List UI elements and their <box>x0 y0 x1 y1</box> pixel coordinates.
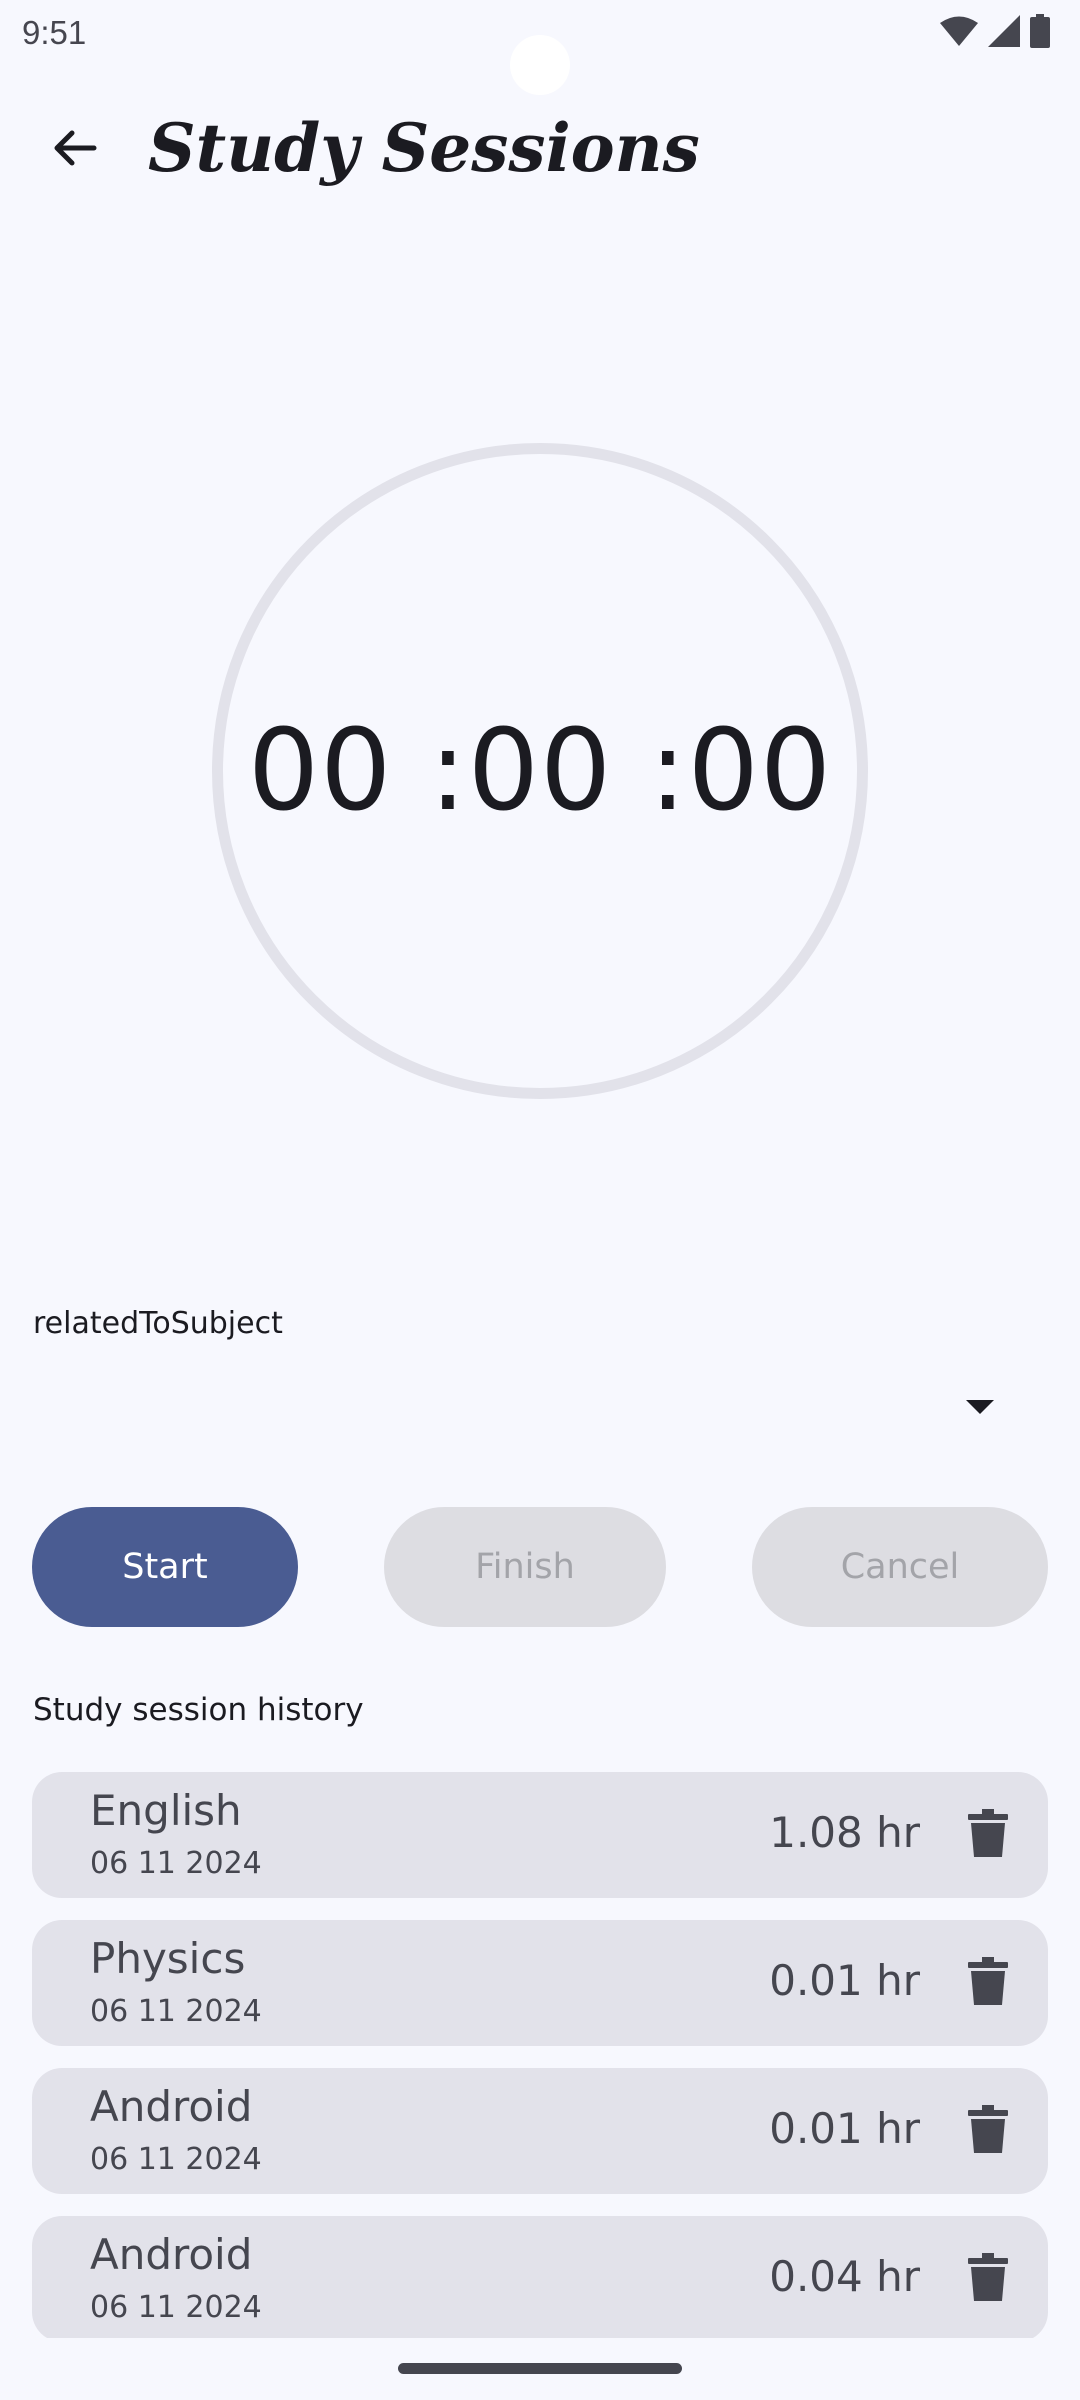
status-time: 9:51 <box>22 14 87 51</box>
wifi-icon <box>940 16 978 46</box>
trash-icon <box>968 1957 1008 2009</box>
start-button[interactable]: Start <box>32 1507 298 1627</box>
status-icons <box>940 14 1050 48</box>
session-card: English 06 11 2024 1.08 hr <box>32 1772 1048 1898</box>
cell-signal-icon <box>988 15 1020 47</box>
session-subject: Android <box>90 2230 253 2279</box>
gesture-navigation-handle[interactable] <box>398 2363 682 2374</box>
delete-session-button[interactable] <box>952 1799 1024 1871</box>
session-card: Android 06 11 2024 0.04 hr <box>32 2216 1048 2338</box>
trash-icon <box>968 2105 1008 2157</box>
trash-icon <box>968 1809 1008 1861</box>
session-duration: 0.01 hr <box>769 2104 920 2153</box>
session-duration: 0.04 hr <box>769 2252 920 2301</box>
session-date: 06 11 2024 <box>90 2142 262 2177</box>
session-duration: 1.08 hr <box>769 1808 920 1857</box>
session-date: 06 11 2024 <box>90 1994 262 2029</box>
session-subject: Physics <box>90 1934 246 1983</box>
study-sessions-screen: 9:51 Study Sessions 00 :00 :00 relatedTo… <box>0 0 1080 2400</box>
subject-dropdown[interactable] <box>33 1360 1047 1460</box>
battery-icon <box>1030 14 1050 48</box>
history-list[interactable]: English 06 11 2024 1.08 hr Physics 06 11… <box>32 1772 1048 2338</box>
back-button[interactable] <box>36 112 112 188</box>
timer-display: 00 :00 :00 <box>247 706 833 836</box>
session-subject: English <box>90 1786 242 1835</box>
session-duration: 0.01 hr <box>769 1956 920 2005</box>
session-subject: Android <box>90 2082 253 2131</box>
session-card: Physics 06 11 2024 0.01 hr <box>32 1920 1048 2046</box>
subject-dropdown-label: relatedToSubject <box>33 1306 283 1341</box>
session-card: Android 06 11 2024 0.01 hr <box>32 2068 1048 2194</box>
delete-session-button[interactable] <box>952 2243 1024 2315</box>
finish-button[interactable]: Finish <box>384 1507 666 1627</box>
arrow-back-icon <box>50 124 98 176</box>
trash-icon <box>968 2253 1008 2305</box>
session-date: 06 11 2024 <box>90 1846 262 1881</box>
session-date: 06 11 2024 <box>90 2290 262 2325</box>
delete-session-button[interactable] <box>952 1947 1024 2019</box>
delete-session-button[interactable] <box>952 2095 1024 2167</box>
page-title: Study Sessions <box>148 109 700 187</box>
dropdown-arrow-icon[interactable] <box>966 1400 994 1414</box>
cancel-button[interactable]: Cancel <box>752 1507 1048 1627</box>
history-title: Study session history <box>33 1692 364 1728</box>
camera-cutout <box>510 35 570 95</box>
